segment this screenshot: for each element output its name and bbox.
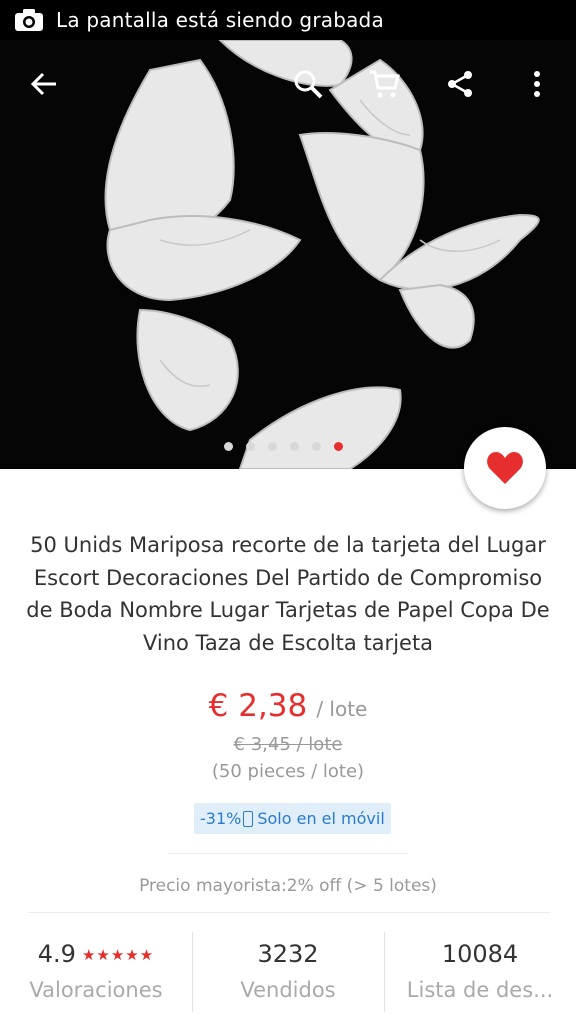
share-icon[interactable]	[438, 62, 482, 106]
wishlist-stat[interactable]: 10084 Lista de des...	[384, 930, 576, 1024]
favorite-button[interactable]	[464, 427, 546, 509]
sold-value: 3232	[257, 940, 319, 968]
rating-stat[interactable]: 4.9 ★★★★★ Valoraciones	[0, 930, 192, 1024]
wishlist-value: 10084	[441, 940, 519, 968]
promo-text: Solo en el móvil	[257, 809, 385, 828]
stats-bar: 4.9 ★★★★★ Valoraciones 3232 Vendidos 1008…	[0, 930, 576, 1024]
gallery-dot[interactable]	[268, 442, 277, 451]
top-toolbar	[0, 40, 576, 130]
mobile-promo-badge: -31% Solo en el móvil	[194, 803, 391, 834]
divider	[168, 853, 408, 854]
price-row: € 2,38 / lote	[0, 688, 576, 724]
promo-discount: -31%	[200, 809, 242, 828]
wholesale-price[interactable]: Precio mayorista:2% off (> 5 lotes)	[0, 876, 576, 896]
gallery-pagination	[224, 442, 343, 451]
cart-icon[interactable]	[362, 62, 406, 106]
rating-stars: ★★★★★	[81, 946, 155, 964]
phone-icon	[243, 810, 254, 827]
status-bar: La pantalla está siendo grabada	[0, 0, 576, 40]
wishlist-label: Lista de des...	[406, 978, 554, 1002]
pieces-per-lot: (50 pieces / lote)	[211, 761, 365, 782]
gallery-dot[interactable]	[312, 442, 321, 451]
search-icon[interactable]	[286, 62, 330, 106]
price-unit: / lote	[316, 697, 368, 721]
back-icon[interactable]	[22, 62, 66, 106]
divider	[28, 912, 550, 913]
product-title: 50 Unids Mariposa recorte de la tarjeta …	[26, 533, 550, 655]
gallery-dot[interactable]	[290, 442, 299, 451]
gallery-dot[interactable]	[334, 442, 343, 451]
rating-value: 4.9	[37, 940, 76, 968]
old-price: € 3,45 / lote	[233, 734, 343, 755]
rating-label: Valoraciones	[29, 978, 163, 1002]
gallery-dot[interactable]	[246, 442, 255, 451]
price: € 2,38	[208, 688, 308, 724]
sold-stat[interactable]: 3232 Vendidos	[192, 930, 384, 1024]
heart-icon	[487, 452, 523, 484]
sold-label: Vendidos	[240, 978, 336, 1002]
status-text: La pantalla está siendo grabada	[56, 8, 384, 32]
more-icon[interactable]	[515, 62, 559, 106]
gallery-dot[interactable]	[224, 442, 233, 451]
camera-icon	[14, 8, 44, 32]
